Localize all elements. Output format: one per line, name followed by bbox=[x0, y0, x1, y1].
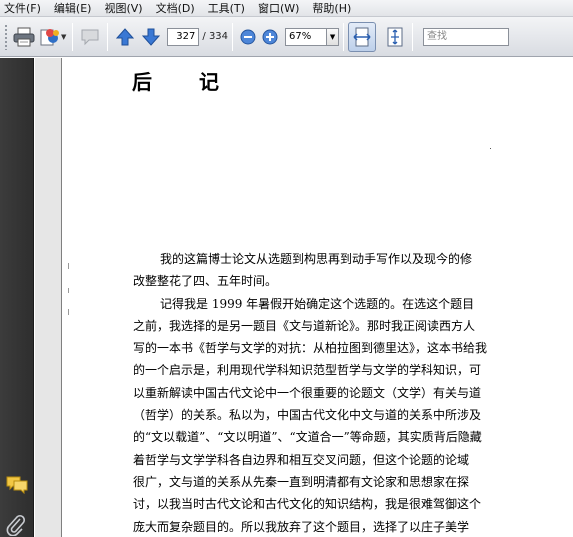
document-view[interactable]: 后 记 我的这篇博士论文从选题到构思再到动手写作以及现今的修 改整整花了四、五年… bbox=[35, 58, 573, 537]
collaborate-button[interactable] bbox=[37, 24, 63, 50]
page-speck bbox=[490, 148, 491, 149]
toolbar-separator bbox=[343, 22, 345, 51]
paragraph: 记得我是 1999 年暑假开始确定这个选题的。在选这个题目 之前，我选择的是另一… bbox=[133, 293, 569, 537]
toolbar: ▼ 327 / 334 67% ▼ 查找 bbox=[0, 17, 573, 57]
text-line: 很广，文与道的关系从先秦一直到明清都有文论家和思想家在探 bbox=[133, 474, 470, 489]
paragraph: 我的这篇博士论文从选题到构思再到动手写作以及现今的修 改整整花了四、五年时间。 bbox=[133, 248, 569, 293]
margin-mark bbox=[68, 288, 69, 293]
menu-window[interactable]: 窗口(W) bbox=[258, 0, 299, 16]
arrow-down-icon bbox=[142, 28, 161, 46]
text-line: （哲学）的关系。私以为，中国古代文化中文与道的关系中所涉及 bbox=[133, 408, 482, 423]
text-line: 的一个启示是，利用现代学科知识范型哲学与文学的学科知识，可 bbox=[133, 363, 482, 378]
printer-icon bbox=[13, 27, 35, 46]
menu-file[interactable]: 文件(F) bbox=[4, 0, 41, 16]
margin-mark bbox=[68, 263, 69, 269]
text-line: 写的一本书《哲学与文学的对抗：从柏拉图到德里达》，这本书给我 bbox=[133, 341, 488, 356]
menu-help[interactable]: 帮助(H) bbox=[312, 0, 351, 16]
page-number-input[interactable]: 327 bbox=[167, 27, 200, 46]
toolbar-separator bbox=[107, 22, 109, 51]
menu-tools[interactable]: 工具(T) bbox=[208, 0, 245, 16]
attachments-panel-button[interactable] bbox=[6, 514, 26, 537]
fit-width-icon bbox=[353, 27, 371, 46]
fit-page-button[interactable] bbox=[382, 24, 408, 50]
pdf-page: 后 记 我的这篇博士论文从选题到构思再到动手写作以及现今的修 改整整花了四、五年… bbox=[61, 58, 573, 537]
comments-icon bbox=[6, 476, 28, 495]
menu-bar: 文件(F) 编辑(E) 视图(V) 文档(D) 工具(T) 窗口(W) 帮助(H… bbox=[0, 0, 573, 17]
menu-document[interactable]: 文档(D) bbox=[156, 0, 195, 16]
text-line: 着哲学与文学学科各自边界和相互交叉问题，但这个论题的论域 bbox=[133, 452, 470, 467]
margin-mark bbox=[68, 309, 69, 315]
zoom-in-icon bbox=[262, 29, 278, 44]
text-line: 的“文以载道”、“文以明道”、“文道合一”等命题，其实质背后隐藏 bbox=[133, 430, 482, 445]
page-total-label: / 334 bbox=[202, 31, 229, 42]
toolbar-separator bbox=[412, 22, 414, 51]
menu-view[interactable]: 视图(V) bbox=[104, 0, 142, 16]
previous-page-button[interactable] bbox=[112, 24, 138, 50]
fit-width-button[interactable] bbox=[348, 21, 377, 52]
collaborate-dropdown-arrow[interactable]: ▼ bbox=[61, 33, 66, 41]
text-line: 记得我是 1999 年暑假开始确定这个选题的。在选这个题目 bbox=[160, 296, 475, 311]
page-title: 后 记 bbox=[132, 70, 239, 94]
comments-panel-button[interactable] bbox=[6, 476, 28, 497]
text-line: 庞大而复杂题目的。所以我放弃了这个题目，选择了以庄子美学 bbox=[133, 519, 470, 534]
paperclip-icon bbox=[6, 514, 26, 537]
toolbar-separator bbox=[72, 22, 74, 51]
text-line: 我的这篇博士论文从选题到构思再到动手写作以及现今的修 bbox=[160, 252, 473, 266]
navigation-panel bbox=[0, 58, 34, 537]
fit-page-icon bbox=[387, 27, 403, 46]
next-page-button[interactable] bbox=[138, 24, 164, 50]
text-line: 改整整花了四、五年时间。 bbox=[133, 274, 278, 289]
zoom-level-input[interactable]: 67% bbox=[285, 27, 328, 46]
arrow-up-icon bbox=[116, 27, 135, 45]
zoom-in-button[interactable] bbox=[259, 24, 281, 50]
text-line: 以重新解读中国古代文论中一个很重要的论题文（文学）有关与道 bbox=[133, 385, 482, 400]
text-line: 讨，以我当时古代文论和古代文化的知识结构，我是很难驾御这个 bbox=[133, 497, 482, 512]
menu-edit[interactable]: 编辑(E) bbox=[54, 0, 92, 16]
collaborate-icon bbox=[40, 28, 59, 45]
comment-bubble-icon bbox=[81, 29, 99, 45]
zoom-dropdown-button[interactable]: ▼ bbox=[327, 27, 340, 46]
zoom-out-button[interactable] bbox=[237, 24, 259, 50]
print-button[interactable] bbox=[11, 24, 37, 50]
text-line: 之前，我选择的是另一题目《文与道新论》。那时我正阅读西方人 bbox=[133, 318, 476, 333]
toolbar-separator bbox=[232, 22, 234, 51]
comment-button[interactable] bbox=[77, 24, 103, 50]
search-input[interactable]: 查找 bbox=[423, 27, 510, 46]
zoom-out-icon bbox=[240, 29, 256, 44]
body-text: 我的这篇博士论文从选题到构思再到动手写作以及现今的修 改整整花了四、五年时间。 … bbox=[133, 248, 569, 537]
toolbar-grip[interactable] bbox=[4, 23, 8, 50]
